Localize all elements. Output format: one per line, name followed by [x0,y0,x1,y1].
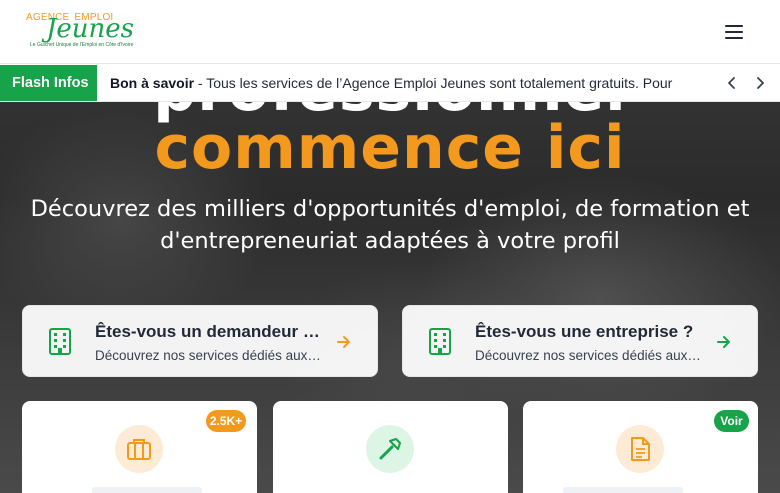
tile-icon-circle [366,425,414,473]
tile-icon-circle [616,425,664,473]
site-header: AGENCE EMPLOI Jeunes Le Guichet Unique d… [0,0,780,64]
flash-bold: Bon à savoir [110,75,195,91]
logo-main-text: Jeunes [46,14,135,44]
flash-message[interactable]: Bon à savoir - Tous les services de l’Ag… [110,64,702,101]
hero-title-line2: commence ici [154,113,626,183]
hamburger-icon[interactable] [722,20,746,44]
chevron-left-icon[interactable] [722,73,742,93]
training-tile[interactable] [273,401,508,493]
building-icon [49,328,71,355]
document-icon [631,437,650,461]
tile-icon-circle [115,425,163,473]
count-badge: 2.5K+ [206,410,246,432]
flash-info-bar: Flash Infos Bon à savoir - Tous les serv… [0,64,780,102]
briefcase-icon [127,439,151,460]
card-description: Découvrez nos services dédiés aux demand… [95,348,321,363]
flash-fade [690,64,710,101]
tile-label-peek [563,487,683,493]
tile-label-peek [92,487,202,493]
card-title: Êtes-vous une entreprise ? [475,322,694,341]
arrow-right-icon [717,336,730,348]
site-logo[interactable]: AGENCE EMPLOI Jeunes Le Guichet Unique d… [26,12,134,52]
card-description: Découvrez nos services dédiés aux entrep… [475,348,701,363]
jobs-tile[interactable]: 2.5K+ [22,401,257,493]
view-badge[interactable]: Voir [714,410,749,432]
arrow-right-icon [337,336,350,348]
building-icon [429,328,451,355]
company-card[interactable]: Êtes-vous une entreprise ? Découvrez nos… [402,305,758,377]
card-title: Êtes-vous un demandeur d'emploi ? [95,322,321,341]
flash-label: Flash Infos [0,65,97,101]
resources-tile[interactable]: Voir [523,401,758,493]
chevron-right-icon[interactable] [750,73,770,93]
flash-body: - Tous les services de l’Agence Emploi J… [194,75,673,91]
job-seeker-card[interactable]: Êtes-vous un demandeur d'emploi ? Découv… [22,305,378,377]
hammer-icon [379,438,401,460]
hero-subtitle: Découvrez des milliers d'opportunités d'… [30,196,750,254]
logo-tagline: Le Guichet Unique de l'Emploi en Côte d'… [30,42,134,48]
